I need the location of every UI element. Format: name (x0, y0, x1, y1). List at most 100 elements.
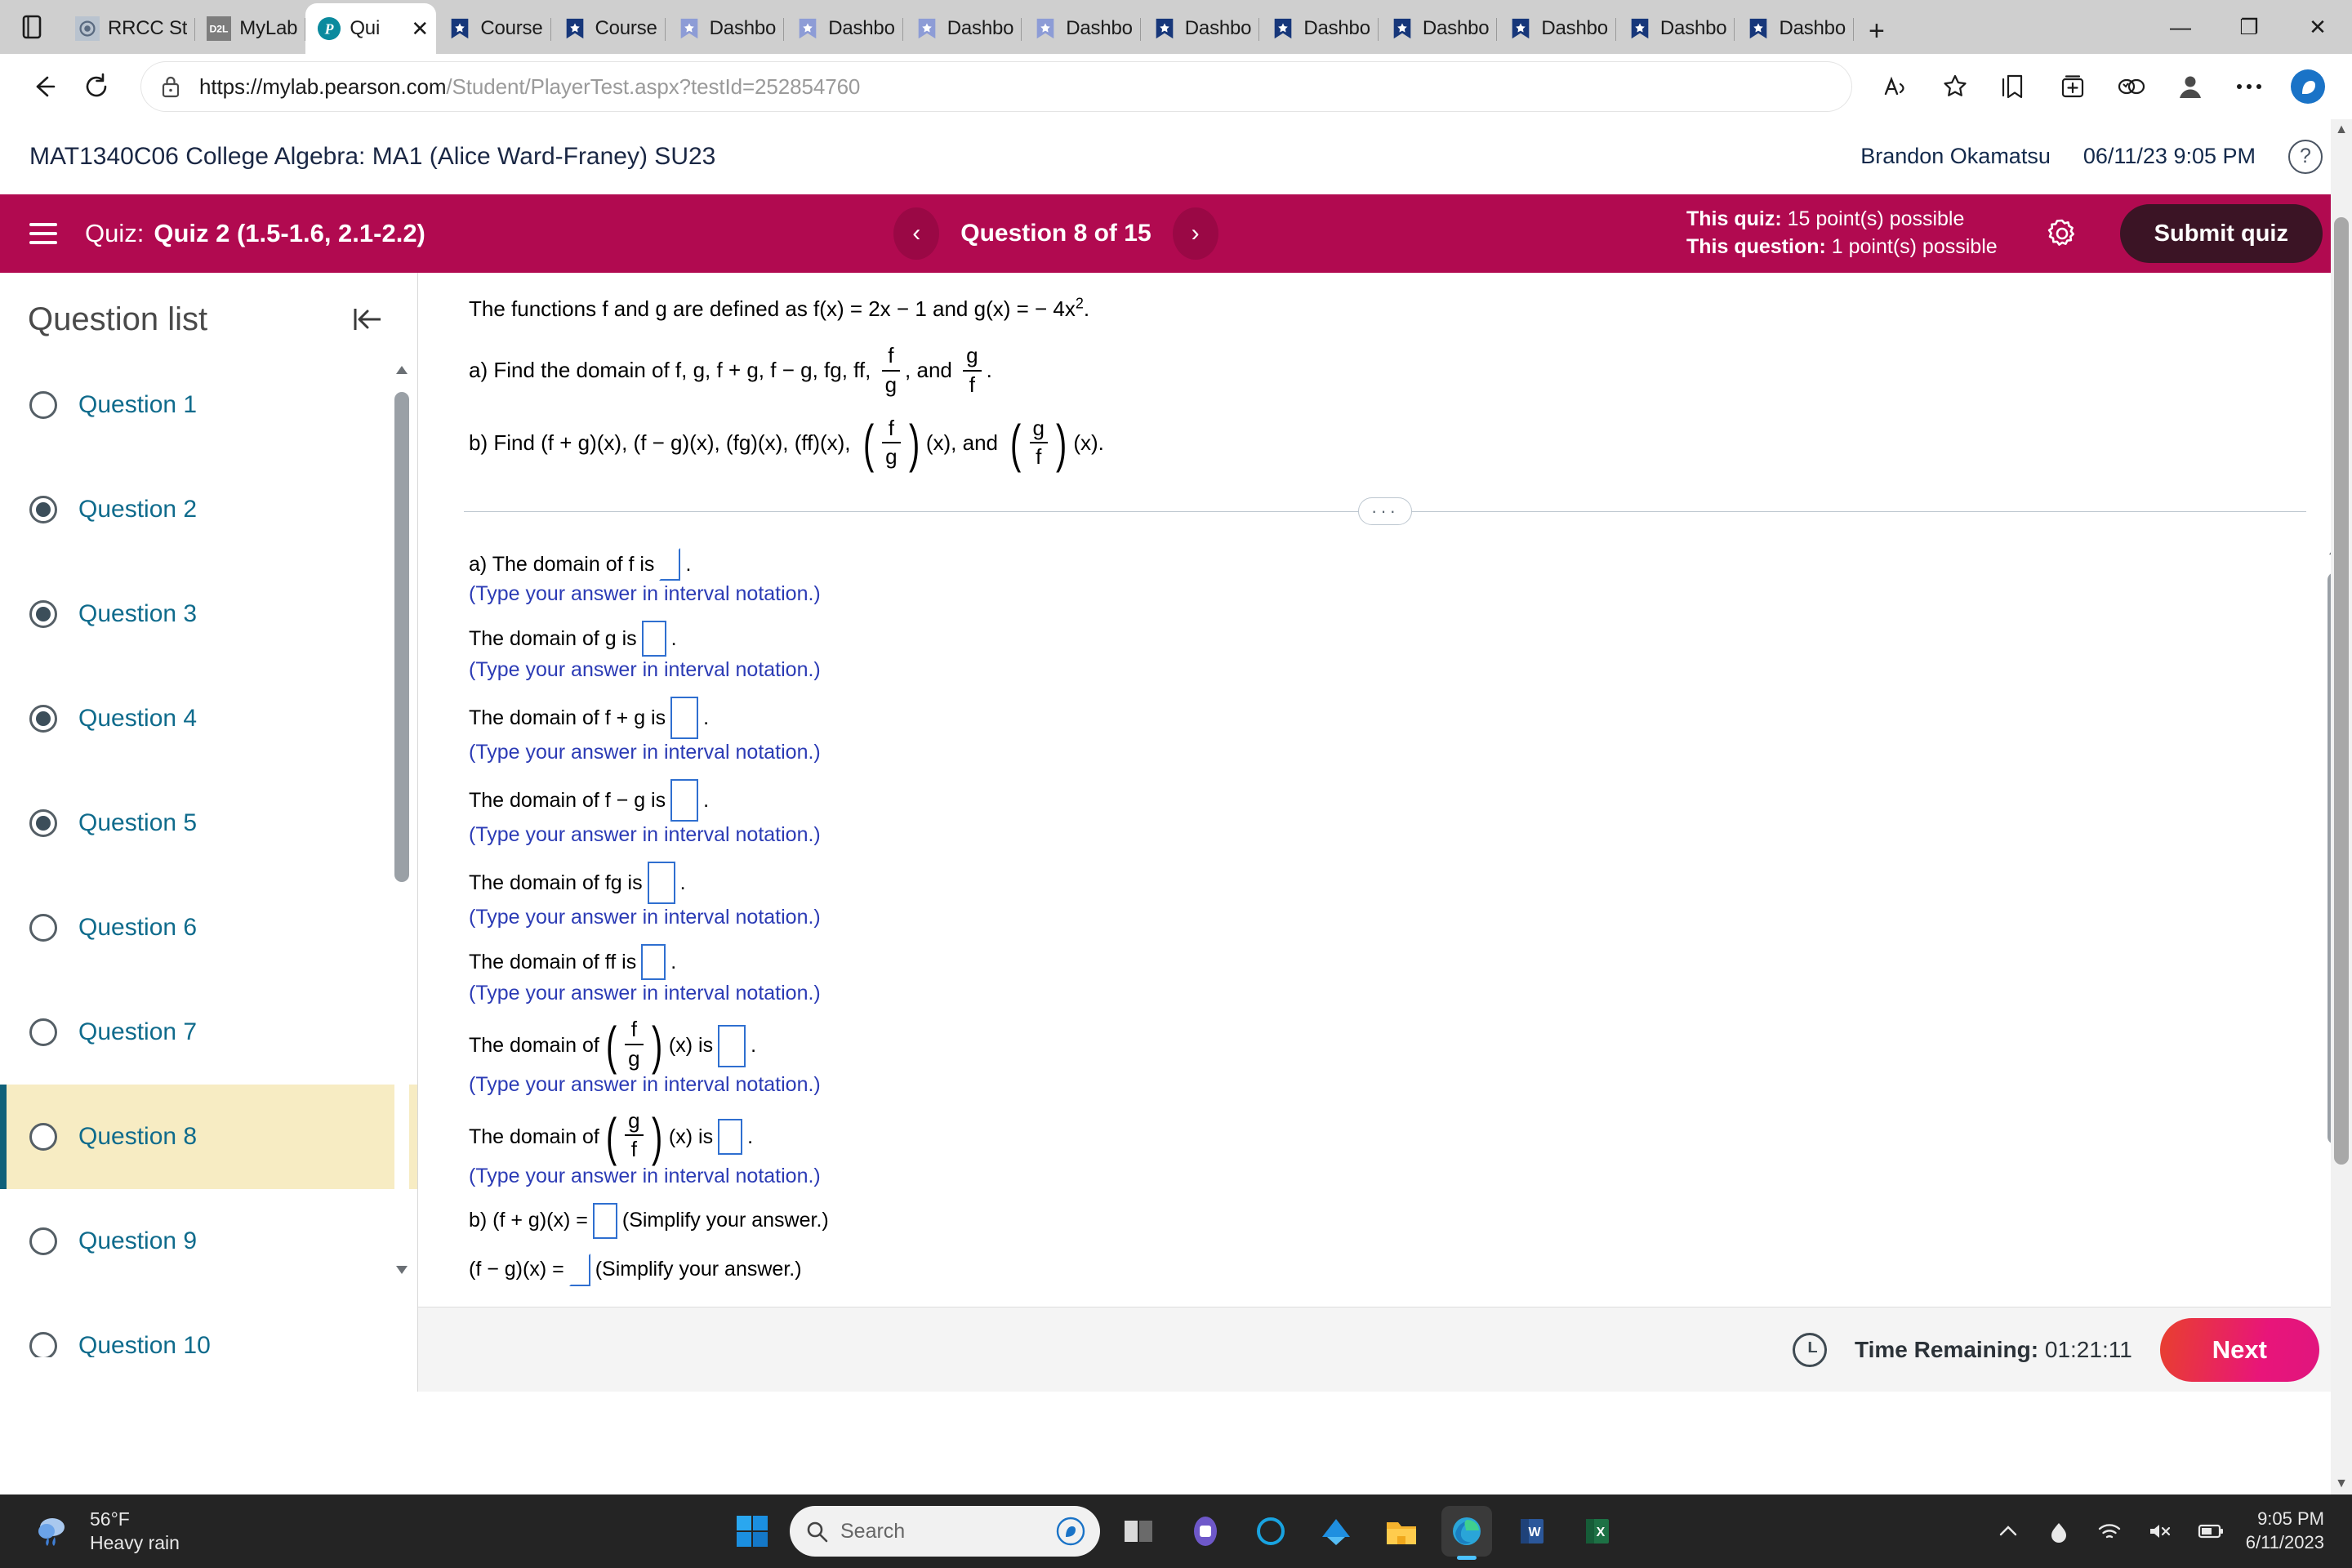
browser-tab-active[interactable]: P Qui ✕ (305, 3, 437, 54)
sidebar-scrollbar-thumb[interactable] (394, 392, 409, 882)
new-tab-button[interactable]: + (1854, 8, 1900, 54)
browser-essentials-icon[interactable] (2105, 60, 2158, 113)
browser-tab[interactable]: Dashbo (1735, 3, 1854, 54)
browser-tab[interactable]: Course (551, 3, 666, 54)
question-list-item[interactable]: Question 6 (0, 875, 417, 980)
cortana-icon[interactable] (1245, 1506, 1296, 1557)
question-list-item-label: Question 1 (78, 391, 198, 418)
previous-question-button[interactable]: ‹ (893, 207, 940, 260)
more-options-icon[interactable] (2223, 60, 2275, 113)
scroll-down-icon[interactable] (394, 1263, 409, 1277)
address-bar[interactable]: https://mylab.pearson.com/Student/Player… (140, 61, 1852, 112)
question-list-item[interactable]: Question 3 (0, 562, 417, 666)
volume-muted-icon[interactable] (2145, 1516, 2176, 1547)
edge-icon[interactable] (1441, 1506, 1492, 1557)
taskbar-search-box[interactable]: Search (790, 1506, 1100, 1557)
fraction-numerator: g (1032, 415, 1045, 440)
read-aloud-icon[interactable] (1870, 60, 1922, 113)
start-button[interactable] (729, 1508, 775, 1554)
settings-gear-button[interactable] (2037, 208, 2087, 259)
question-list-item[interactable]: Question 1 (0, 353, 417, 457)
copilot-icon[interactable] (2282, 60, 2334, 113)
browser-tab[interactable]: Dashbo (1616, 3, 1735, 54)
page-scroll-down-icon[interactable]: ▼ (2331, 1473, 2352, 1494)
answer-input-box[interactable] (670, 697, 699, 740)
task-view-icon[interactable] (1115, 1506, 1165, 1557)
answer-input-box[interactable] (592, 1202, 617, 1239)
battery-icon[interactable] (2195, 1516, 2226, 1547)
collapse-toggle-button[interactable]: ··· (1358, 497, 1412, 526)
copilot-icon[interactable] (1056, 1517, 1085, 1546)
weather-widget[interactable]: 56°F Heavy rain (0, 1508, 180, 1555)
help-icon[interactable]: ? (2288, 139, 2323, 174)
favorite-star-icon[interactable] (1929, 60, 1981, 113)
word-icon[interactable]: W (1507, 1506, 1557, 1557)
answer-input-box[interactable] (718, 1119, 743, 1156)
browser-tab[interactable]: Dashbo (903, 3, 1022, 54)
lightblue-banner-icon (799, 18, 817, 39)
answer-input-box[interactable] (568, 1253, 590, 1286)
maximize-icon[interactable]: ❐ (2215, 0, 2283, 54)
browser-tab[interactable]: Dashbo (666, 3, 785, 54)
favorites-list-icon[interactable] (1988, 60, 2040, 113)
answer-input-box[interactable] (659, 548, 681, 581)
page-scroll-up-icon[interactable]: ▲ (2331, 119, 2352, 140)
collections-icon[interactable] (2047, 60, 2099, 113)
close-window-icon[interactable]: ✕ (2283, 0, 2352, 54)
minimize-icon[interactable]: — (2146, 0, 2215, 54)
browser-tab[interactable]: Dashbo (1022, 3, 1141, 54)
browser-tab[interactable]: Dashbo (1141, 3, 1260, 54)
taskbar-clock[interactable]: 9:05 PM 6/11/2023 (2246, 1508, 2324, 1554)
scroll-up-icon[interactable] (394, 363, 409, 377)
fraction-numerator: f (888, 343, 894, 368)
fraction-f-over-g: fg (881, 343, 901, 396)
browser-tab[interactable]: Dashbo (1497, 3, 1616, 54)
show-hidden-icons-button[interactable] (1993, 1516, 2024, 1547)
question-list-item[interactable]: Question 5 (0, 771, 417, 875)
question-list-item[interactable]: Question 7 (0, 980, 417, 1085)
question-list-item[interactable]: Question 4 (0, 666, 417, 771)
tab-search-button[interactable] (0, 0, 64, 54)
question-list-item[interactable]: Question 2 (0, 457, 417, 562)
page-scrollbar-thumb[interactable] (2334, 217, 2349, 1165)
browser-tab[interactable]: Dashbo (784, 3, 903, 54)
answer-label: The domain of (469, 1125, 599, 1148)
browser-tab[interactable]: Course (436, 3, 551, 54)
question-list-item[interactable]: Question 10 (0, 1294, 417, 1357)
next-question-button[interactable]: › (1172, 207, 1218, 260)
page-scrollbar[interactable]: ▲ ▼ (2331, 119, 2352, 1494)
browser-tab[interactable]: RRCC St (64, 3, 196, 54)
teams-icon[interactable] (1180, 1506, 1231, 1557)
weather-condition: Heavy rain (90, 1532, 180, 1553)
sidebar-title: Question list (28, 301, 208, 337)
answer-input-box[interactable] (670, 779, 699, 822)
onedrive-icon[interactable] (1311, 1506, 1361, 1557)
back-button[interactable] (18, 60, 70, 113)
browser-tab[interactable]: Dashbo (1379, 3, 1498, 54)
answer-input-box[interactable] (718, 1024, 746, 1067)
question-list-item[interactable]: Question 9 (0, 1189, 417, 1294)
browser-tab[interactable]: Dashbo (1259, 3, 1379, 54)
collapse-sidebar-button[interactable] (345, 297, 390, 341)
back-arrow-icon (36, 76, 56, 97)
answer-input-box[interactable] (641, 944, 666, 981)
question-list-item-label: Question 4 (78, 705, 198, 732)
browser-tab[interactable]: D2L MyLab (195, 3, 306, 54)
sidebar-scrollbar[interactable] (394, 363, 409, 1277)
profile-avatar[interactable] (2164, 60, 2216, 113)
reload-button[interactable] (70, 60, 122, 113)
close-icon[interactable]: ✕ (408, 16, 431, 41)
submit-quiz-button[interactable]: Submit quiz (2119, 204, 2323, 263)
wifi-icon[interactable] (2094, 1516, 2125, 1547)
next-button[interactable]: Next (2159, 1317, 2319, 1382)
fraction-g-over-f: gf (963, 344, 982, 396)
question-status-radio (29, 809, 57, 837)
menu-icon[interactable] (29, 223, 67, 244)
answer-input-box[interactable] (647, 862, 675, 905)
excel-icon[interactable]: X (1572, 1506, 1623, 1557)
answer-input-box[interactable] (641, 621, 666, 657)
onedrive-tray-icon[interactable] (2043, 1516, 2074, 1547)
file-explorer-icon[interactable] (1376, 1506, 1427, 1557)
question-list-item-current[interactable]: Question 8 (0, 1085, 417, 1189)
answer-prompt: The domain of g is . (469, 621, 2303, 657)
